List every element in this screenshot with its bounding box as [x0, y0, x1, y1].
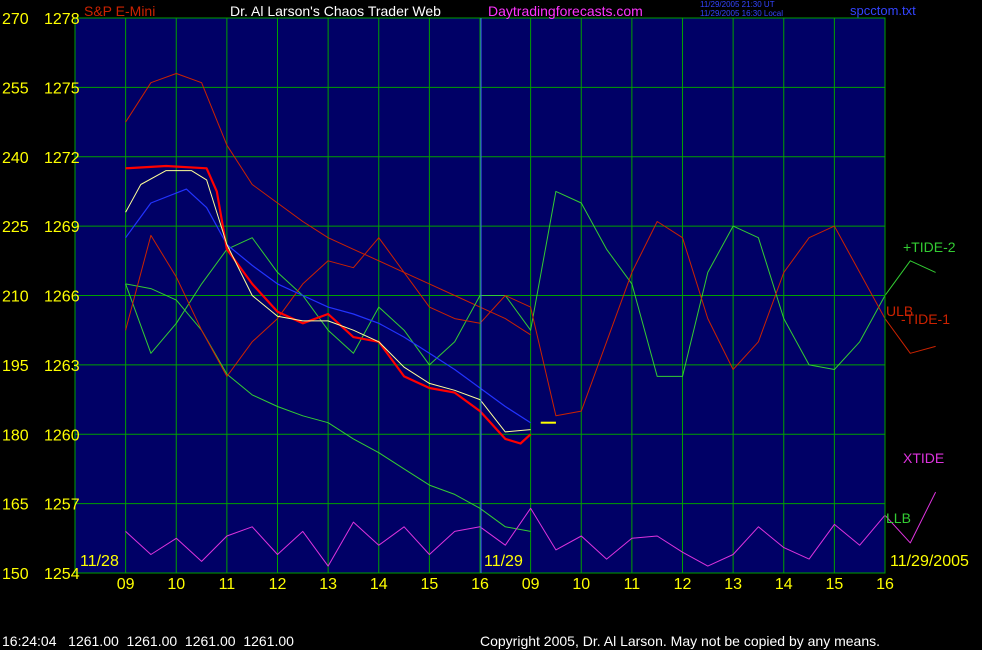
status-readout: 16:24:04 1261.00 1261.00 1261.00 1261.00	[2, 633, 294, 649]
left-axis-tick-label: 210	[2, 289, 29, 306]
time-tick-label: 15	[825, 576, 843, 593]
time-tick-label: 09	[522, 576, 540, 593]
left-axis-tick-label: 180	[2, 427, 29, 444]
time-tick-label: 10	[167, 576, 185, 593]
legend-label-tide-1: -TIDE-1	[901, 311, 950, 327]
date-label: 11/29/2005	[890, 553, 969, 570]
time-tick-label: 12	[674, 576, 692, 593]
price-axis-tick-label: 1260	[44, 427, 80, 444]
left-axis-tick-label: 255	[2, 80, 29, 97]
time-tick-label: 14	[370, 576, 388, 593]
chart-canvas: 270 255 240 225 210 195 180 165 150 1278 1275 1272 1…	[2, 0, 969, 649]
price-axis-tick-label: 1263	[44, 358, 80, 375]
price-axis-tick-label: 1278	[44, 11, 80, 28]
legend-label-tide-2: +TIDE-2	[903, 239, 956, 255]
instrument-label: S&P E-Mini	[84, 3, 155, 19]
time-tick-label: 09	[117, 576, 135, 593]
site-link[interactable]: Daytradingforecasts.com	[488, 3, 643, 19]
time-tick-label: 13	[724, 576, 742, 593]
left-axis-tick-label: 165	[2, 497, 29, 514]
left-axis-tick-label: 240	[2, 150, 29, 167]
left-axis-tick-label: 270	[2, 11, 29, 28]
legend-label-llb: LLB	[886, 510, 911, 526]
timestamp-ut: 11/29/2005 21:30 UT	[700, 0, 775, 9]
price-axis-tick-label: 1269	[44, 219, 80, 236]
time-tick-label: 10	[572, 576, 590, 593]
time-tick-label: 11	[624, 576, 641, 593]
price-axis-tick-label: 1254	[44, 566, 80, 583]
price-axis-tick-label: 1275	[44, 80, 80, 97]
time-tick-label: 12	[269, 576, 287, 593]
time-tick-label: 13	[319, 576, 337, 593]
time-tick-label: 11	[219, 576, 236, 593]
time-tick-label: 14	[775, 576, 793, 593]
time-tick-label: 15	[420, 576, 438, 593]
date-label: 11/28	[80, 553, 119, 570]
left-axis-tick-label: 150	[2, 566, 29, 583]
price-axis-tick-label: 1266	[44, 289, 80, 306]
legend-label-xtide: XTIDE	[903, 450, 944, 466]
time-tick-label: 16	[471, 576, 489, 593]
price-axis-tick-label: 1272	[44, 150, 80, 167]
chart-title: Dr. Al Larson's Chaos Trader Web	[230, 3, 441, 19]
legend-labels: +TIDE-2ULB-TIDE-1XTIDELLB	[886, 239, 956, 526]
price-axis-tick-label: 1257	[44, 497, 80, 514]
left-axis-tick-label: 195	[2, 358, 29, 375]
time-tick-label: 16	[876, 576, 894, 593]
copyright: Copyright 2005, Dr. Al Larson. May not b…	[480, 633, 880, 649]
left-axis-tick-label: 225	[2, 219, 29, 236]
date-label: 11/29	[484, 553, 523, 570]
file-name: spcctom.txt	[850, 3, 916, 18]
timestamp-local: 11/29/2005 16:30 Local	[700, 9, 783, 18]
